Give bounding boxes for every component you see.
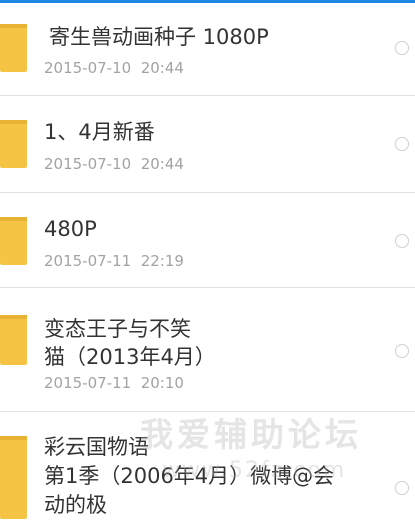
file-row-5[interactable]: 彩云国物语 第1季（2006年4月）微博@会 动的极 <box>0 412 415 519</box>
select-radio[interactable] <box>395 481 409 495</box>
file-row-3[interactable]: 480P 2015-07-11 22:19 <box>0 193 415 288</box>
file-name: 彩云国物语 第1季（2006年4月）微博@会 动的极 <box>44 435 335 517</box>
file-row-4[interactable]: 变态王子与不笑 猫（2013年4月） 2015-07-11 20:10 <box>0 288 415 412</box>
file-row-2[interactable]: 1、4月新番 2015-07-10 20:44 <box>0 96 415 193</box>
file-date: 2015-07-11 22:19 <box>44 252 184 270</box>
file-name: 480P <box>44 217 97 241</box>
file-name: 变态王子与不笑 猫（2013年4月） <box>44 317 216 369</box>
folder-icon <box>0 315 27 365</box>
select-radio[interactable] <box>395 344 409 358</box>
folder-icon <box>0 436 27 519</box>
file-row-1[interactable]: 寄生兽动画种子 1080P 2015-07-10 20:44 <box>0 0 415 96</box>
folder-icon <box>0 217 27 265</box>
file-name: 寄生兽动画种子 1080P <box>49 25 269 49</box>
folder-icon <box>0 24 27 72</box>
file-date: 2015-07-10 20:44 <box>44 59 184 77</box>
select-radio[interactable] <box>395 234 409 248</box>
file-date: 2015-07-10 20:44 <box>44 155 184 173</box>
select-radio[interactable] <box>395 41 409 55</box>
select-radio[interactable] <box>395 137 409 151</box>
folder-icon <box>0 120 27 168</box>
file-name: 1、4月新番 <box>44 120 155 144</box>
file-date: 2015-07-11 20:10 <box>44 374 184 392</box>
